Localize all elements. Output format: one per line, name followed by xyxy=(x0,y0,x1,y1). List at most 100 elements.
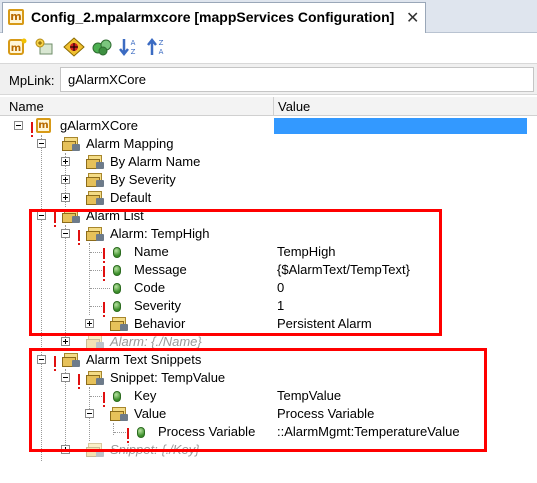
tree-node-label: Snippet: TempValue xyxy=(110,370,226,385)
collapse-icon[interactable] xyxy=(61,373,70,382)
toolbar: m A Z Z A xyxy=(0,33,537,63)
editor-tab[interactable]: m Config_2.mpalarmxcore [mappServices Co… xyxy=(2,2,426,33)
tree-row-alarm-list[interactable]: Alarm List xyxy=(0,207,537,227)
tab-bar: m Config_2.mpalarmxcore [mappServices Co… xyxy=(0,0,537,33)
parameter-icon xyxy=(137,427,145,438)
expand-icon[interactable] xyxy=(61,157,70,166)
mplink-input[interactable] xyxy=(60,67,534,92)
settings-folder-icon xyxy=(110,406,129,421)
svg-text:m: m xyxy=(11,43,21,54)
tree-node-value[interactable]: {$AlarmText/TempText} xyxy=(274,262,527,278)
tree-row-value[interactable]: Value Process Variable xyxy=(0,405,537,423)
tree-connector xyxy=(114,432,128,433)
sort-descending-icon[interactable]: Z A xyxy=(146,37,168,57)
column-value-header[interactable]: Value xyxy=(278,99,310,114)
tree-node-label: By Severity xyxy=(110,172,176,187)
tree-node-value[interactable]: TempValue xyxy=(274,388,527,404)
tree-node-value[interactable] xyxy=(274,118,527,134)
tree-node-value[interactable]: ::AlarmMgmt:TemperatureValue xyxy=(274,424,527,440)
settings-folder-icon xyxy=(86,154,105,169)
cross-reference-icon[interactable] xyxy=(63,37,85,57)
tree-node-label: Behavior xyxy=(134,316,186,331)
configuration-tree: m gAlarmXCore Alarm Mapping By Alarm Nam… xyxy=(0,117,537,483)
tree-row-code[interactable]: Code 0 xyxy=(0,279,537,297)
required-marker-icon xyxy=(127,428,129,443)
settings-folder-icon xyxy=(86,172,105,187)
mapp-settings-icon[interactable]: m xyxy=(7,37,29,57)
tree-row-snippet-placeholder[interactable]: Snippet: {./Key} xyxy=(0,441,537,459)
expand-icon[interactable] xyxy=(61,175,70,184)
required-marker-icon xyxy=(54,212,56,227)
tree-row-by-severity[interactable]: By Severity xyxy=(0,171,537,189)
column-name-header[interactable]: Name xyxy=(9,99,44,114)
tree-row-alarm-mapping[interactable]: Alarm Mapping xyxy=(0,135,537,153)
parameter-icon xyxy=(113,283,121,294)
tree-node-label: Alarm: {./Name} xyxy=(110,334,202,349)
tree-row-name[interactable]: Name TempHigh xyxy=(0,243,537,263)
tree-connector xyxy=(90,252,104,253)
collapse-icon[interactable] xyxy=(85,409,94,418)
settings-folder-icon xyxy=(86,370,105,385)
tree-row-alarm-temphigh[interactable]: Alarm: TempHigh xyxy=(0,225,537,245)
tree-node-label: gAlarmXCore xyxy=(60,118,139,133)
svg-text:A: A xyxy=(131,39,136,47)
svg-text:A: A xyxy=(159,48,164,56)
required-marker-icon xyxy=(103,266,105,281)
settings-folder-icon xyxy=(62,136,81,151)
close-tab-icon[interactable]: ✕ xyxy=(406,8,419,27)
tree-connector xyxy=(90,288,110,289)
mplink-bar: MpLink: xyxy=(0,63,537,95)
svg-text:Z: Z xyxy=(159,39,164,47)
collapse-icon[interactable] xyxy=(14,121,23,130)
parameter-icon xyxy=(113,391,121,402)
tree-node-label: Alarm Mapping xyxy=(86,136,174,151)
tree-connector xyxy=(90,396,104,397)
tree-node-value[interactable]: Persistent Alarm xyxy=(274,316,527,332)
tree-node-value[interactable]: TempHigh xyxy=(274,244,527,260)
expand-icon[interactable] xyxy=(61,337,70,346)
tree-node-label: Key xyxy=(134,388,157,403)
tree-node-value[interactable]: Process Variable xyxy=(274,406,527,422)
tree-row-process-variable[interactable]: Process Variable ::AlarmMgmt:Temperature… xyxy=(0,423,537,443)
tree-row-alarm-placeholder[interactable]: Alarm: {./Name} xyxy=(0,333,537,351)
tree-node-label: Snippet: {./Key} xyxy=(110,442,200,457)
tree-row-message[interactable]: Message {$AlarmText/TempText} xyxy=(0,261,537,281)
sort-ascending-icon[interactable]: A Z xyxy=(118,37,140,57)
settings-folder-icon xyxy=(86,442,105,457)
tree-row-key[interactable]: Key TempValue xyxy=(0,387,537,407)
tree-row-alarm-text-snippets[interactable]: Alarm Text Snippets xyxy=(0,351,537,371)
parameter-icon xyxy=(113,301,121,312)
settings-folder-icon xyxy=(110,316,129,331)
tree-row-snippet-tempvalue[interactable]: Snippet: TempValue xyxy=(0,369,537,389)
tree-row-by-alarm-name[interactable]: By Alarm Name xyxy=(0,153,537,171)
collapse-icon[interactable] xyxy=(61,229,70,238)
required-marker-icon xyxy=(78,374,80,389)
column-separator[interactable] xyxy=(273,97,274,116)
tree-node-value[interactable]: 0 xyxy=(274,280,527,296)
tree-row-behavior[interactable]: Behavior Persistent Alarm xyxy=(0,315,537,333)
collapse-icon[interactable] xyxy=(37,139,46,148)
settings-folder-icon xyxy=(62,208,81,223)
tree-node-label: Alarm Text Snippets xyxy=(86,352,202,367)
mplink-label: MpLink: xyxy=(9,73,55,88)
collapse-icon[interactable] xyxy=(37,355,46,364)
mapp-core-icon: m xyxy=(36,118,51,133)
tree-node-value[interactable]: 1 xyxy=(274,298,527,314)
tree-node-label: By Alarm Name xyxy=(110,154,201,169)
expand-icon[interactable] xyxy=(85,319,94,328)
collapse-icon[interactable] xyxy=(37,211,46,220)
tree-node-label: Code xyxy=(134,280,166,295)
svg-text:Z: Z xyxy=(131,48,136,56)
tree-node-label: Process Variable xyxy=(158,424,256,439)
properties-icon[interactable] xyxy=(91,37,113,57)
expand-icon[interactable] xyxy=(61,445,70,454)
tab-title: Config_2.mpalarmxcore [mappServices Conf… xyxy=(31,9,395,25)
tree-node-label: Alarm: TempHigh xyxy=(110,226,210,241)
tree-row-severity[interactable]: Severity 1 xyxy=(0,297,537,317)
tree-row-root[interactable]: m gAlarmXCore xyxy=(0,117,537,137)
tree-row-default[interactable]: Default xyxy=(0,189,537,207)
settings-folder-icon xyxy=(86,334,105,349)
expand-icon[interactable] xyxy=(61,193,70,202)
tree-node-label: Message xyxy=(134,262,187,277)
add-element-icon[interactable] xyxy=(34,37,56,57)
